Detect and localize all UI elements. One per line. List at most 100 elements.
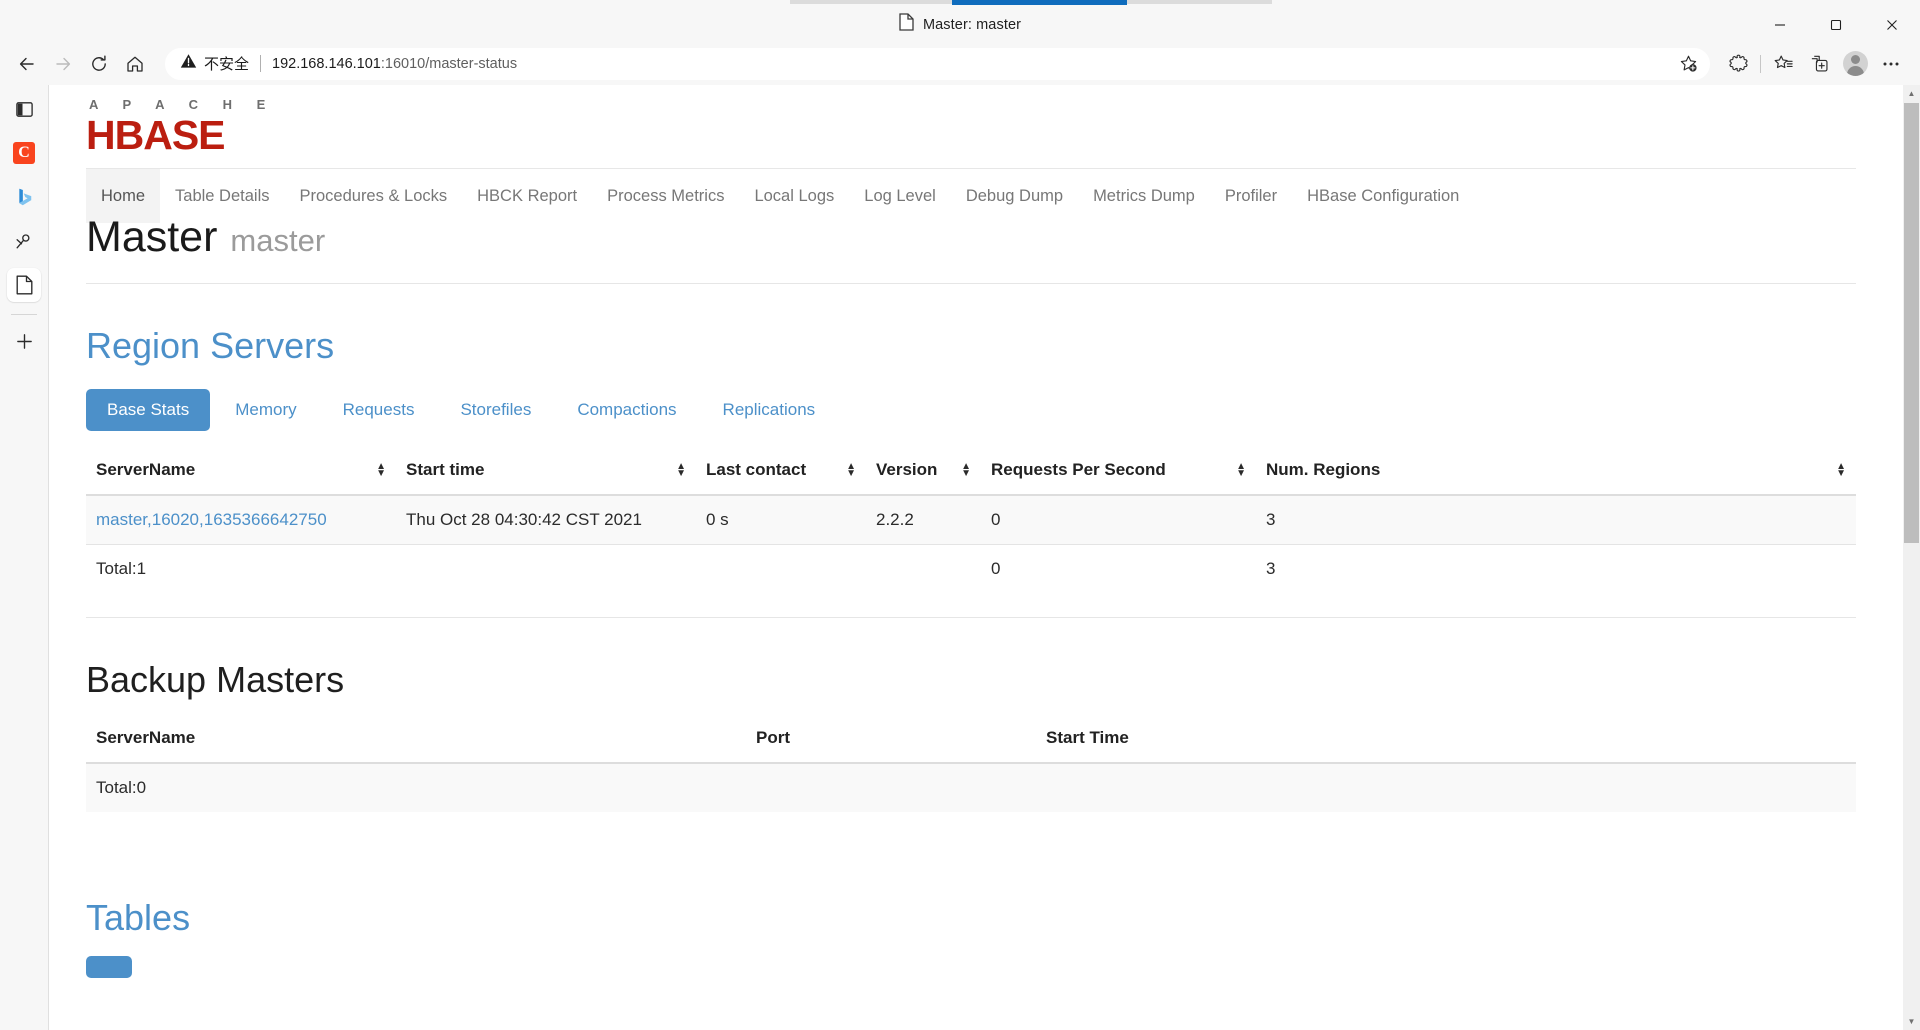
copilot-badge: C	[13, 142, 35, 164]
sort-icon[interactable]: ▲ ▼	[376, 461, 386, 478]
home-button[interactable]	[117, 46, 153, 82]
server-link[interactable]: master,16020,1635366642750	[96, 510, 327, 529]
collections-icon[interactable]	[1801, 46, 1837, 82]
tab-base-stats[interactable]: Base Stats	[86, 388, 211, 431]
tab-requests[interactable]: Requests	[322, 389, 436, 431]
tab-active-indicator[interactable]	[952, 0, 1127, 5]
cell-last-contact: 0 s	[696, 494, 866, 545]
extensions-icon[interactable]	[1720, 46, 1756, 82]
add-sidebar-icon[interactable]	[7, 324, 41, 358]
document-page-icon[interactable]	[7, 268, 41, 302]
sort-icon[interactable]: ▲ ▼	[1836, 461, 1846, 478]
tab-memory[interactable]: Memory	[214, 389, 317, 431]
col-server-name[interactable]: ServerName ▲ ▼	[86, 445, 396, 496]
window-controls	[1752, 7, 1920, 42]
refresh-button[interactable]	[81, 46, 117, 82]
main-navigation: Home Table Details Procedures & Locks HB…	[86, 168, 1856, 223]
col-backup-port: Port	[746, 714, 1036, 765]
tab-strip	[0, 0, 1920, 7]
nav-item-debug-dump[interactable]: Debug Dump	[951, 169, 1078, 223]
cell-total-last-contact	[696, 544, 866, 593]
edge-sidebar: C	[0, 85, 48, 1030]
nav-item-profiler[interactable]: Profiler	[1210, 169, 1292, 223]
omnibox-divider	[260, 55, 262, 72]
close-button[interactable]	[1864, 7, 1920, 42]
cell-backup-total-port	[746, 763, 1036, 812]
cell-start-time: Thu Oct 28 04:30:42 CST 2021	[396, 494, 696, 545]
back-button[interactable]	[9, 46, 45, 82]
copilot-icon[interactable]: C	[7, 136, 41, 170]
minimize-button[interactable]	[1752, 7, 1808, 42]
col-start-time[interactable]: Start time ▲ ▼	[396, 445, 696, 496]
col-last-contact[interactable]: Last contact ▲ ▼	[696, 445, 866, 496]
cell-total-version	[866, 544, 981, 593]
web-viewport: A P A C H E HBASE Home Table Details Pro…	[48, 85, 1920, 1030]
more-options-icon[interactable]	[1873, 46, 1909, 82]
page-scrollbar[interactable]: ▲ ▼	[1903, 85, 1920, 1030]
profile-button[interactable]	[1837, 46, 1873, 82]
sort-icon[interactable]: ▲ ▼	[1236, 461, 1246, 478]
tab-inactive-right[interactable]	[1127, 0, 1272, 4]
page-title-main: Master	[86, 213, 218, 261]
sort-icon[interactable]: ▲ ▼	[961, 461, 971, 478]
table-header-row: ServerName ▲ ▼ Start time ▲ ▼ Last contact…	[86, 445, 1856, 496]
tables-heading: Tables	[86, 897, 191, 939]
table-header-row: ServerName Port Start Time	[86, 714, 1856, 765]
scroll-up-arrow[interactable]: ▲	[1903, 85, 1920, 102]
browser-toolbar: 不安全 192.168.146.101:16010/master-status	[0, 42, 1920, 85]
favorites-list-icon[interactable]	[1765, 46, 1801, 82]
logo-apache-text: A P A C H E	[89, 97, 276, 112]
scroll-down-arrow[interactable]: ▼	[1903, 1013, 1920, 1030]
sort-icon[interactable]: ▲ ▼	[676, 461, 686, 478]
col-backup-start-time: Start Time	[1036, 714, 1856, 765]
split-screen-icon[interactable]	[7, 92, 41, 126]
toolbar-divider	[1760, 54, 1761, 73]
col-requests-per-second[interactable]: Requests Per Second ▲ ▼	[981, 445, 1256, 496]
address-bar[interactable]: 不安全 192.168.146.101:16010/master-status	[165, 47, 1710, 80]
tab-replications[interactable]: Replications	[702, 389, 837, 431]
cell-version: 2.2.2	[866, 494, 981, 545]
tab-inactive-left[interactable]	[790, 0, 955, 4]
col-version[interactable]: Version ▲ ▼	[866, 445, 981, 496]
maximize-button[interactable]	[1808, 7, 1864, 42]
page-container: A P A C H E HBASE Home Table Details Pro…	[66, 85, 1876, 978]
bing-discover-icon[interactable]	[7, 180, 41, 214]
col-version-label: Version	[876, 459, 938, 479]
nav-item-hbase-configuration[interactable]: HBase Configuration	[1292, 169, 1474, 223]
nav-item-process-metrics[interactable]: Process Metrics	[592, 169, 739, 223]
region-servers-thead: ServerName ▲ ▼ Start time ▲ ▼ Last contact…	[86, 445, 1856, 496]
title-bar: Master: master	[0, 7, 1920, 42]
nav-item-metrics-dump[interactable]: Metrics Dump	[1078, 169, 1210, 223]
tab-compactions[interactable]: Compactions	[556, 389, 697, 431]
sort-icon[interactable]: ▲ ▼	[846, 461, 856, 478]
col-num-regions[interactable]: Num. Regions ▲ ▼	[1256, 445, 1856, 496]
cell-total-num-regions: 3	[1266, 558, 1276, 578]
hbase-logo[interactable]: A P A C H E HBASE	[86, 97, 276, 156]
backup-masters-table: ServerName Port Start Time Total:0	[86, 714, 1856, 813]
col-last-contact-label: Last contact	[706, 459, 807, 479]
scrollbar-thumb[interactable]	[1904, 103, 1919, 543]
nav-item-log-level[interactable]: Log Level	[849, 169, 951, 223]
table-total-row: Total:0	[86, 763, 1856, 813]
hbase-master-status-page: A P A C H E HBASE Home Table Details Pro…	[49, 85, 1903, 1030]
nav-item-local-logs[interactable]: Local Logs	[739, 169, 849, 223]
url-text[interactable]: 192.168.146.101:16010/master-status	[272, 56, 1673, 72]
cell-total-requests-per-second: 0	[991, 558, 1001, 578]
add-favorite-icon[interactable]	[1673, 50, 1703, 78]
drop-tool-icon[interactable]	[7, 224, 41, 258]
col-server-name-label: ServerName	[96, 459, 196, 479]
window-title-text: Master: master	[922, 16, 1022, 33]
forward-button[interactable]	[45, 46, 81, 82]
sidebar-divider	[11, 314, 37, 315]
region-servers-divider	[86, 616, 1856, 618]
nav-item-procedures-locks[interactable]: Procedures & Locks	[284, 169, 462, 223]
region-servers-heading: Region Servers	[86, 325, 335, 366]
col-backup-server-name: ServerName	[86, 714, 746, 765]
tables-tab-button[interactable]	[86, 955, 132, 978]
cell-backup-total-start-time	[1036, 763, 1856, 812]
nav-item-hbck-report[interactable]: HBCK Report	[462, 169, 592, 223]
security-warning[interactable]: 不安全	[180, 53, 249, 74]
hbase-logo-area: A P A C H E HBASE	[86, 85, 1856, 156]
tab-storefiles[interactable]: Storefiles	[439, 389, 552, 431]
